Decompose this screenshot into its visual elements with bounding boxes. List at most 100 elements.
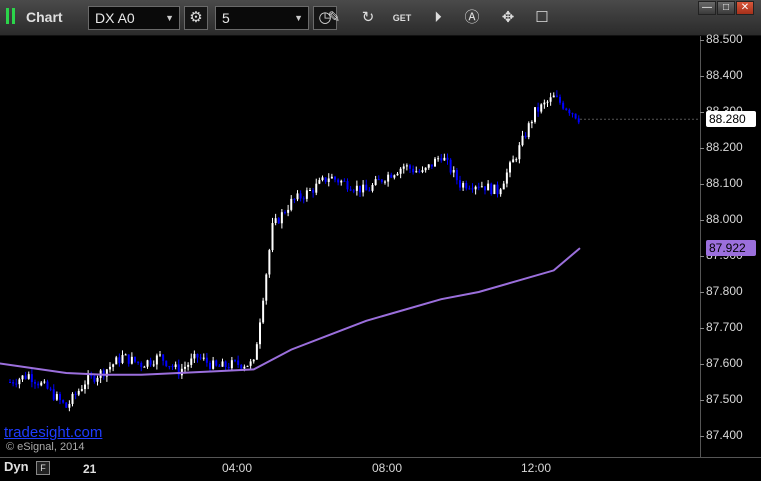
price-bar xyxy=(565,108,568,110)
price-bar xyxy=(165,360,168,367)
price-bar xyxy=(402,166,405,169)
price-bar xyxy=(240,364,243,369)
price-tick-label: 88.500 xyxy=(706,32,743,46)
price-bar xyxy=(459,180,461,188)
price-tick-mark xyxy=(700,364,704,365)
alert-icon[interactable]: Ⓐ xyxy=(460,6,484,30)
price-bar xyxy=(184,366,186,369)
chart-grip-icon[interactable] xyxy=(6,8,9,24)
price-bar xyxy=(290,198,293,210)
interval-input[interactable]: 5 ▼ xyxy=(215,6,309,30)
price-bar xyxy=(443,157,446,161)
dyn-settings-icon[interactable]: F xyxy=(36,461,50,475)
gear-icon[interactable]: ⚙ xyxy=(184,6,208,30)
price-bar xyxy=(521,135,524,146)
price-bar xyxy=(55,394,58,400)
price-bar xyxy=(277,218,280,224)
time-label-0800: 08:00 xyxy=(372,461,403,475)
price-bar xyxy=(174,364,177,368)
price-bar xyxy=(71,393,74,404)
price-bar xyxy=(171,366,174,368)
get-icon[interactable]: GET xyxy=(390,6,414,30)
price-bar xyxy=(405,165,408,167)
pencil-icon[interactable]: ✎ xyxy=(322,6,346,30)
price-bar xyxy=(502,183,505,190)
play-icon[interactable]: ⏵ xyxy=(426,6,450,30)
price-bar xyxy=(371,184,374,191)
tools-icon[interactable]: ✥ xyxy=(496,6,520,30)
price-bar xyxy=(137,361,140,363)
price-bar xyxy=(24,375,27,379)
price-bar xyxy=(421,170,424,173)
price-bar xyxy=(315,183,318,193)
price-bar xyxy=(434,158,436,167)
price-bar xyxy=(230,360,233,369)
chart-canvas[interactable] xyxy=(0,36,700,457)
price-chart[interactable] xyxy=(0,36,700,457)
price-bar xyxy=(280,212,283,224)
maximize-button[interactable]: □ xyxy=(717,1,735,15)
price-bar xyxy=(274,218,277,224)
price-bar xyxy=(487,183,490,191)
symbol-dropdown-icon[interactable]: ▼ xyxy=(165,7,174,29)
price-bar xyxy=(424,167,427,171)
price-tick-mark xyxy=(700,184,704,185)
price-bar xyxy=(196,353,199,358)
price-bar xyxy=(543,102,546,105)
price-bar xyxy=(493,184,496,195)
minimize-button[interactable]: — xyxy=(698,1,716,15)
price-bar xyxy=(87,375,90,385)
price-bar xyxy=(293,198,296,200)
last-price-tag: 88.280 xyxy=(706,111,756,128)
price-bar xyxy=(330,176,333,179)
price-bar xyxy=(309,190,311,192)
price-bar xyxy=(359,185,361,193)
comment-icon[interactable]: ☐ xyxy=(530,6,554,30)
price-bar xyxy=(365,184,368,191)
price-bar xyxy=(527,123,530,138)
price-tick-label: 88.200 xyxy=(706,140,743,154)
price-bar xyxy=(143,366,146,368)
price-bar xyxy=(327,178,330,182)
price-tick-mark xyxy=(700,256,704,257)
price-bar xyxy=(396,173,399,176)
price-bar xyxy=(346,181,349,190)
close-button[interactable]: ✕ xyxy=(736,1,754,15)
price-bar xyxy=(155,355,158,365)
price-bar xyxy=(415,171,418,173)
price-tick-label: 87.600 xyxy=(706,356,743,370)
price-bar xyxy=(377,179,380,181)
chart-grip-icon[interactable] xyxy=(12,8,15,24)
price-bar xyxy=(387,174,390,182)
interval-value: 5 xyxy=(222,10,230,26)
price-bar xyxy=(127,354,130,364)
price-bar xyxy=(537,107,540,112)
price-bar xyxy=(446,157,449,160)
watermark-link[interactable]: tradesight.com xyxy=(4,424,102,441)
price-bar xyxy=(427,164,430,168)
price-bar xyxy=(268,250,271,275)
time-label-0400: 04:00 xyxy=(222,461,253,475)
price-bar xyxy=(299,193,302,199)
price-bar xyxy=(490,183,493,195)
price-tick-mark xyxy=(700,328,704,329)
refresh-icon[interactable]: ↻ xyxy=(356,6,380,30)
chart-toolbar: Chart DX A0 ▼ ⚙ 5 ▼ ◷ ✎ ↻ GET ⏵ Ⓐ ✥ ☐ — … xyxy=(0,0,761,36)
dyn-label[interactable]: Dyn xyxy=(4,459,29,474)
price-bar xyxy=(574,113,577,119)
interval-dropdown-icon[interactable]: ▼ xyxy=(294,7,303,29)
symbol-input[interactable]: DX A0 ▼ xyxy=(88,6,180,30)
price-tick-mark xyxy=(700,76,704,77)
price-bar xyxy=(552,95,555,98)
price-bar xyxy=(52,389,55,400)
price-bar xyxy=(549,97,552,102)
price-bar xyxy=(93,375,96,382)
price-bar xyxy=(362,184,365,193)
price-bar xyxy=(505,172,508,184)
price-bar xyxy=(312,190,315,193)
price-bar xyxy=(246,365,249,367)
price-bar xyxy=(321,177,324,181)
price-bar xyxy=(534,107,536,122)
price-bar xyxy=(562,102,565,109)
price-bar xyxy=(430,164,433,167)
